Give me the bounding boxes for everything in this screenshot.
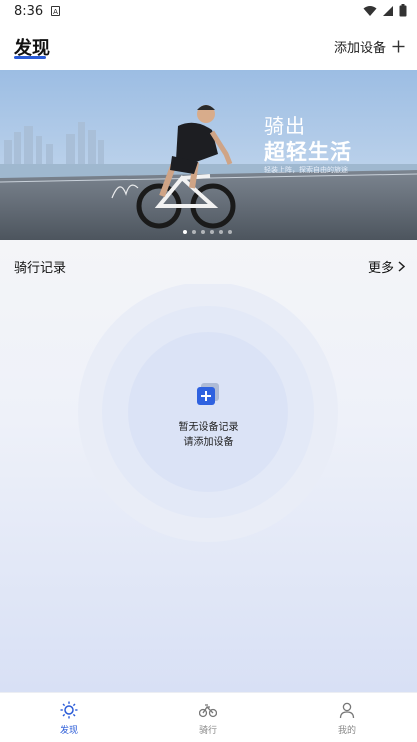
bike-icon — [199, 704, 217, 718]
tab-ride[interactable]: 骑行 — [163, 693, 253, 742]
system-icons — [363, 4, 407, 17]
empty-state-hint: 请添加设备 — [183, 437, 234, 448]
person-icon — [339, 702, 355, 719]
riding-records-title: 骑行记录 — [14, 261, 67, 276]
add-device-empty-icon[interactable] — [196, 382, 220, 406]
tab-label: 我的 — [337, 726, 356, 736]
riding-records-header: 骑行记录 更多 — [0, 240, 417, 284]
status-time: 8:36 — [14, 4, 44, 19]
battery-icon — [399, 4, 407, 17]
carousel-dot — [192, 230, 196, 234]
promo-banner[interactable]: 骑出 超轻生活 轻装上阵，探索自由的旅途 — [0, 70, 417, 240]
bottom-tab-bar: 发现 骑行 我的 — [0, 692, 417, 742]
carousel-dot — [210, 230, 214, 234]
chevron-right-icon — [398, 261, 405, 272]
tab-label: 发现 — [59, 726, 78, 736]
active-tab-indicator — [14, 56, 46, 59]
banner-cyclist-image — [0, 70, 417, 240]
add-device-label: 添加设备 — [333, 41, 386, 56]
cell-signal-icon — [383, 5, 393, 16]
carousel-dot — [183, 230, 187, 234]
sun-icon — [60, 701, 78, 719]
empty-state-title: 暂无设备记录 — [178, 422, 239, 433]
tab-label: 骑行 — [198, 726, 217, 736]
top-header: 发现 添加设备 — [0, 24, 417, 70]
banner-headline-line2: 超轻生活 — [264, 140, 352, 164]
plus-icon — [392, 40, 405, 53]
carousel-indicator — [183, 230, 232, 234]
status-bar: 8:36 A — [0, 0, 417, 24]
wifi-icon — [363, 5, 377, 16]
carousel-dot — [219, 230, 223, 234]
tab-me[interactable]: 我的 — [302, 693, 392, 742]
carousel-dot — [228, 230, 232, 234]
main-content — [0, 240, 417, 692]
more-label: 更多 — [367, 261, 394, 276]
carousel-dot — [201, 230, 205, 234]
more-button[interactable]: 更多 — [368, 257, 405, 276]
tab-discover[interactable]: 发现 — [24, 693, 114, 742]
empty-state-rings — [78, 284, 338, 542]
banner-headline-line1: 骑出 — [264, 114, 306, 138]
banner-subline: 轻装上阵，探索自由的旅途 — [264, 166, 348, 174]
notification-app-icon: A — [51, 6, 60, 16]
add-device-button[interactable]: 添加设备 — [334, 37, 405, 56]
